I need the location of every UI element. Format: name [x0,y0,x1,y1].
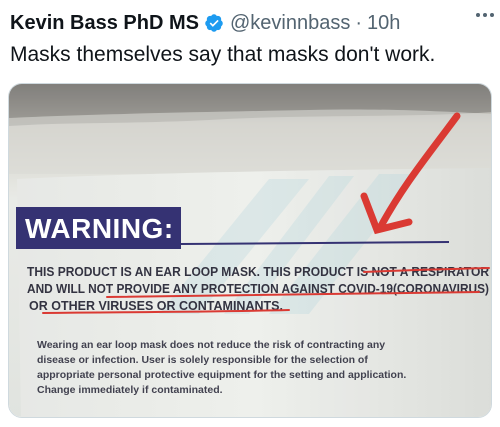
author-handle[interactable]: @kevinnbass [230,12,350,35]
meta-separator: · [355,11,362,34]
mask-box-photo: WARNING: THIS PRODUCT IS AN EAR LOOP MAS… [9,84,491,417]
tweet-media-image[interactable]: WARNING: THIS PRODUCT IS AN EAR LOOP MAS… [8,83,492,418]
tweet-header: Kevin Bass PhD MS @kevinnbass · 10h [10,8,490,38]
author-name[interactable]: Kevin Bass PhD MS [10,12,199,35]
verified-badge-icon [204,13,224,33]
tweet-text: Masks themselves say that masks don't wo… [10,43,436,66]
more-options-icon[interactable] [474,4,496,26]
tweet-timestamp[interactable]: 10h [367,12,400,35]
